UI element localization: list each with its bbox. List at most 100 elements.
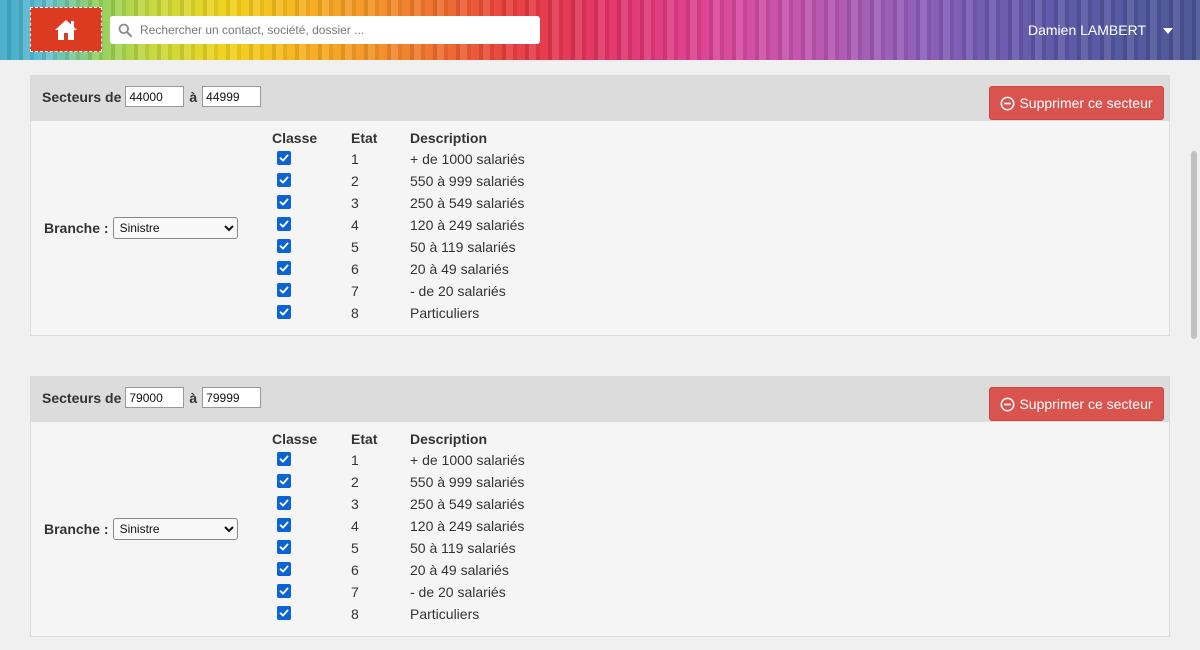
classe-checkbox[interactable] <box>277 305 291 319</box>
description-cell: 20 à 49 salariés <box>410 261 509 277</box>
description-cell: Particuliers <box>410 606 480 622</box>
sector-block: Secteurs de à Supprimer ce secteur Branc… <box>30 75 1170 336</box>
search-input[interactable] <box>140 17 540 43</box>
etat-cell: 3 <box>351 195 359 211</box>
branche-field: Branche : Sinistre <box>44 217 238 239</box>
secteurs-de-label: Secteurs de <box>42 88 122 105</box>
classe-checkbox[interactable] <box>277 496 291 510</box>
top-bar: Damien LAMBERT <box>0 0 1200 60</box>
classe-checkbox[interactable] <box>277 195 291 209</box>
delete-sector-label: Supprimer ce secteur <box>1019 396 1153 412</box>
classe-checkbox[interactable] <box>277 518 291 532</box>
classe-checkbox[interactable] <box>277 239 291 253</box>
sector-title: Secteurs de à <box>42 86 265 107</box>
description-cell: 550 à 999 salariés <box>410 173 525 189</box>
classe-checkbox[interactable] <box>277 540 291 554</box>
check-icon <box>279 499 289 507</box>
description-cell: - de 20 salariés <box>410 584 506 600</box>
description-cell: + de 1000 salariés <box>410 452 525 468</box>
check-icon <box>279 477 289 485</box>
minus-circle-icon <box>1000 397 1015 412</box>
check-icon <box>279 521 289 529</box>
column-header-classe: Classe <box>272 130 318 146</box>
description-cell: 120 à 249 salariés <box>410 518 525 534</box>
branche-select[interactable]: Sinistre <box>112 518 238 540</box>
check-icon <box>279 565 289 573</box>
sector-to-input[interactable] <box>202 387 262 408</box>
etat-cell: 4 <box>351 217 359 233</box>
etat-cell: 8 <box>351 606 359 622</box>
column-header-etat: Etat <box>351 130 378 146</box>
sector-block: Secteurs de à Supprimer ce secteur Branc… <box>30 376 1170 637</box>
delete-sector-button[interactable]: Supprimer ce secteur <box>989 387 1164 421</box>
column-header-description: Description <box>410 130 488 146</box>
secteurs-de-label: Secteurs de <box>42 389 122 406</box>
column-header-classe: Classe <box>272 431 318 447</box>
column-header-etat: Etat <box>351 431 378 447</box>
description-cell: + de 1000 salariés <box>410 151 525 167</box>
check-icon <box>279 455 289 463</box>
etat-cell: 5 <box>351 540 359 556</box>
classe-checkbox[interactable] <box>277 283 291 297</box>
classe-checkbox[interactable] <box>277 173 291 187</box>
check-icon <box>279 543 289 551</box>
classe-checkbox[interactable] <box>277 606 291 620</box>
description-cell: 250 à 549 salariés <box>410 195 525 211</box>
scrollbar[interactable] <box>1189 60 1200 650</box>
minus-circle-icon <box>1000 96 1015 111</box>
scrollbar-thumb[interactable] <box>1191 151 1197 339</box>
branche-label: Branche : <box>44 521 109 537</box>
etat-cell: 7 <box>351 584 359 600</box>
a-label: à <box>189 389 198 406</box>
home-icon <box>55 19 77 40</box>
etat-cell: 6 <box>351 562 359 578</box>
sector-from-input[interactable] <box>125 86 185 107</box>
classe-checkbox[interactable] <box>277 584 291 598</box>
user-name[interactable]: Damien LAMBERT <box>1028 22 1146 38</box>
etat-cell: 2 <box>351 474 359 490</box>
classe-checkbox[interactable] <box>277 151 291 165</box>
classe-checkbox[interactable] <box>277 261 291 275</box>
check-icon <box>279 242 289 250</box>
description-cell: 50 à 119 salariés <box>410 239 516 255</box>
branche-field: Branche : Sinistre <box>44 518 238 540</box>
search-icon <box>110 16 140 44</box>
etat-cell: 8 <box>351 305 359 321</box>
classe-checkbox[interactable] <box>277 562 291 576</box>
check-icon <box>279 198 289 206</box>
home-button[interactable] <box>30 7 102 52</box>
check-icon <box>279 609 289 617</box>
check-icon <box>279 587 289 595</box>
description-cell: - de 20 salariés <box>410 283 506 299</box>
check-icon <box>279 264 289 272</box>
classe-checkbox[interactable] <box>277 452 291 466</box>
sector-title: Secteurs de à <box>42 387 265 408</box>
delete-sector-button[interactable]: Supprimer ce secteur <box>989 86 1164 120</box>
etat-cell: 2 <box>351 173 359 189</box>
branche-select[interactable]: Sinistre <box>112 217 238 239</box>
description-cell: 120 à 249 salariés <box>410 217 525 233</box>
etat-cell: 5 <box>351 239 359 255</box>
a-label: à <box>189 88 198 105</box>
etat-cell: 7 <box>351 283 359 299</box>
check-icon <box>279 220 289 228</box>
sector-to-input[interactable] <box>202 86 262 107</box>
etat-cell: 6 <box>351 261 359 277</box>
branche-label: Branche : <box>44 220 109 236</box>
description-cell: 550 à 999 salariés <box>410 474 525 490</box>
etat-cell: 1 <box>351 151 359 167</box>
classe-checkbox[interactable] <box>277 217 291 231</box>
description-cell: Particuliers <box>410 305 480 321</box>
check-icon <box>279 286 289 294</box>
etat-cell: 3 <box>351 496 359 512</box>
delete-sector-label: Supprimer ce secteur <box>1019 95 1153 111</box>
check-icon <box>279 176 289 184</box>
search-box[interactable] <box>110 16 540 44</box>
classe-checkbox[interactable] <box>277 474 291 488</box>
etat-cell: 1 <box>351 452 359 468</box>
column-header-description: Description <box>410 431 488 447</box>
sector-from-input[interactable] <box>125 387 185 408</box>
caret-down-icon[interactable] <box>1163 28 1173 34</box>
sector-header: Secteurs de à Supprimer ce secteur <box>31 76 1169 121</box>
description-cell: 250 à 549 salariés <box>410 496 525 512</box>
